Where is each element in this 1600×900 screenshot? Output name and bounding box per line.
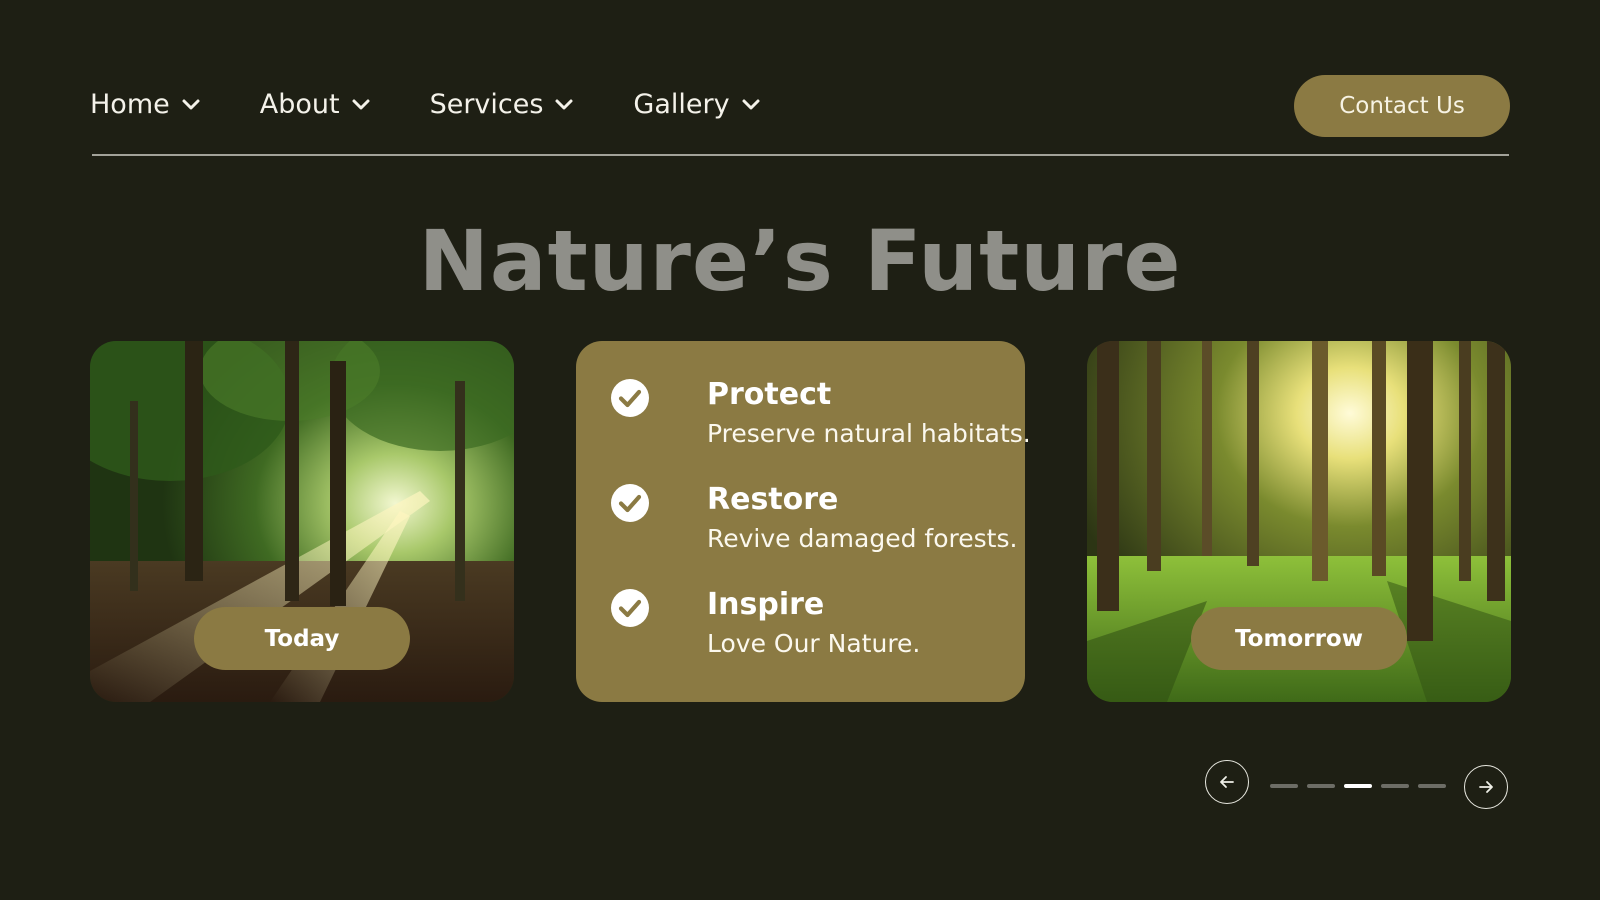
features-panel: Protect Preserve natural habitats. Resto… — [576, 341, 1031, 702]
tomorrow-image-card: Tomorrow — [1087, 341, 1511, 702]
nav-item-label: Home — [90, 88, 170, 120]
nav-item-services[interactable]: Services — [430, 89, 576, 120]
today-button[interactable]: Today — [194, 607, 410, 670]
check-circle-icon — [611, 589, 649, 627]
nav-menu: Home About Services Gallery — [90, 72, 820, 136]
top-nav: Home About Services Gallery Contact Us — [90, 72, 1510, 137]
nav-item-label: Gallery — [633, 88, 730, 120]
carousel-dot[interactable] — [1270, 784, 1298, 788]
page-title: Nature’s Future — [418, 212, 1182, 310]
carousel-prev-button[interactable] — [1205, 760, 1249, 804]
carousel-next-button[interactable] — [1464, 765, 1508, 809]
nav-item-gallery[interactable]: Gallery — [633, 89, 761, 120]
nav-item-about[interactable]: About — [260, 89, 372, 120]
arrow-left-icon — [1220, 776, 1234, 788]
carousel-dot[interactable] — [1381, 784, 1409, 788]
carousel-dot[interactable] — [1307, 784, 1335, 788]
chevron-down-icon — [742, 99, 760, 110]
tomorrow-button[interactable]: Tomorrow — [1191, 607, 1407, 670]
feature-title: Inspire — [707, 587, 825, 622]
nav-item-label: Services — [429, 88, 544, 120]
arrow-right-icon — [1479, 781, 1493, 793]
today-image-card: Today — [90, 341, 514, 702]
feature-description: Revive damaged forests. — [707, 524, 1018, 553]
check-circle-icon — [611, 484, 649, 522]
feature-description: Preserve natural habitats. — [707, 419, 1031, 448]
carousel-pagination — [1270, 784, 1455, 788]
contact-us-button[interactable]: Contact Us — [1294, 75, 1510, 137]
feature-title: Protect — [707, 377, 832, 412]
chevron-down-icon — [555, 99, 573, 110]
nav-item-home[interactable]: Home — [90, 89, 202, 120]
chevron-down-icon — [352, 99, 370, 110]
nav-divider — [92, 154, 1509, 156]
carousel-dot-active[interactable] — [1344, 784, 1372, 788]
feature-description: Love Our Nature. — [707, 629, 921, 658]
carousel-dot[interactable] — [1418, 784, 1446, 788]
check-circle-icon — [611, 379, 649, 417]
feature-title: Restore — [707, 482, 839, 517]
chevron-down-icon — [182, 99, 200, 110]
nav-item-label: About — [259, 88, 340, 120]
